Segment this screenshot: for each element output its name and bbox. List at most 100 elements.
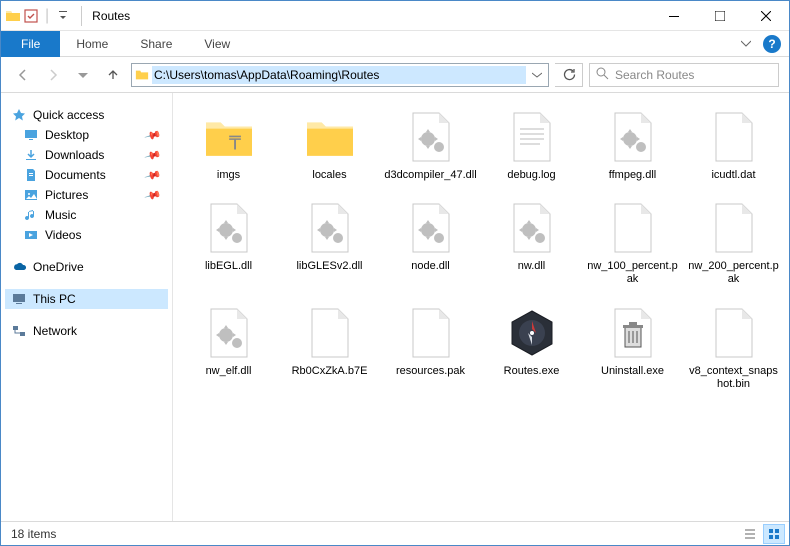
file-icon [706, 109, 762, 165]
window-title: Routes [92, 9, 130, 23]
dll-icon [605, 109, 661, 165]
file-label: libEGL.dll [205, 260, 252, 273]
file-item[interactable]: nw_200_percent.pak [684, 194, 783, 292]
text-icon [504, 109, 560, 165]
tab-share[interactable]: Share [124, 31, 188, 57]
folder-icon [5, 8, 21, 24]
forward-button[interactable] [41, 63, 65, 87]
refresh-button[interactable] [555, 63, 583, 87]
sidebar-item-this-pc[interactable]: This PC [5, 289, 168, 309]
dll-icon [403, 200, 459, 256]
dll-icon [201, 305, 257, 361]
file-item[interactable]: d3dcompiler_47.dll [381, 103, 480, 188]
maximize-button[interactable] [697, 1, 743, 31]
title-bar: | Routes [1, 1, 789, 31]
file-label: debug.log [507, 169, 555, 182]
details-view-button[interactable] [739, 524, 761, 544]
sidebar-item-pictures[interactable]: Pictures 📌 [5, 185, 168, 205]
videos-icon [23, 227, 39, 243]
documents-icon [23, 167, 39, 183]
pin-icon: 📌 [144, 166, 162, 184]
sidebar-item-music[interactable]: Music [5, 205, 168, 225]
qat-separator: | [45, 7, 49, 25]
file-item[interactable]: v8_context_snapshot.bin [684, 299, 783, 397]
file-label: libGLESv2.dll [296, 260, 362, 273]
file-icon [706, 200, 762, 256]
pin-icon: 📌 [144, 186, 162, 204]
pictures-icon [23, 187, 39, 203]
file-item[interactable]: libGLESv2.dll [280, 194, 379, 292]
network-icon [11, 323, 27, 339]
file-label: imgs [217, 169, 240, 182]
file-item[interactable]: nw_100_percent.pak [583, 194, 682, 292]
file-item[interactable]: ffmpeg.dll [583, 103, 682, 188]
ribbon-tabs: File Home Share View ? [1, 31, 789, 57]
address-input[interactable] [152, 66, 526, 84]
icons-view-button[interactable] [763, 524, 785, 544]
file-icon [302, 305, 358, 361]
folder-icon [132, 68, 152, 82]
file-item[interactable]: node.dll [381, 194, 480, 292]
pc-icon [11, 291, 27, 307]
file-list[interactable]: ₸ imgs locales d3dcompiler_47.dll debug.log f… [173, 93, 789, 521]
sidebar-item-quick-access[interactable]: Quick access [5, 105, 168, 125]
file-item[interactable]: debug.log [482, 103, 581, 188]
file-item[interactable]: nw_elf.dll [179, 299, 278, 397]
file-label: nw_elf.dll [206, 365, 252, 378]
qat-properties-icon[interactable] [23, 8, 39, 24]
search-box[interactable]: Search Routes [589, 63, 779, 87]
folder-icon [302, 109, 358, 165]
compass-icon [504, 305, 560, 361]
tab-file[interactable]: File [1, 31, 60, 57]
recent-dropdown-icon[interactable] [71, 63, 95, 87]
file-label: d3dcompiler_47.dll [384, 169, 476, 182]
file-icon [706, 305, 762, 361]
star-icon [11, 107, 27, 123]
file-item[interactable]: Rb0CxZkA.b7E [280, 299, 379, 397]
sidebar-item-onedrive[interactable]: OneDrive [5, 257, 168, 277]
downloads-icon [23, 147, 39, 163]
file-label: Routes.exe [504, 365, 560, 378]
file-item[interactable]: ₸ imgs [179, 103, 278, 188]
pin-icon: 📌 [144, 126, 162, 144]
file-label: Rb0CxZkA.b7E [292, 365, 368, 378]
sidebar-item-videos[interactable]: Videos [5, 225, 168, 245]
help-icon[interactable]: ? [763, 35, 781, 53]
up-button[interactable] [101, 63, 125, 87]
sidebar-item-documents[interactable]: Documents 📌 [5, 165, 168, 185]
file-item[interactable]: icudtl.dat [684, 103, 783, 188]
address-dropdown-icon[interactable] [526, 70, 548, 80]
tab-view[interactable]: View [188, 31, 246, 57]
close-button[interactable] [743, 1, 789, 31]
qat-dropdown-icon[interactable] [55, 8, 71, 24]
file-label: resources.pak [396, 365, 465, 378]
cloud-icon [11, 259, 27, 275]
back-button[interactable] [11, 63, 35, 87]
trash-icon [605, 305, 661, 361]
dll-icon [201, 200, 257, 256]
dll-icon [302, 200, 358, 256]
file-item[interactable]: resources.pak [381, 299, 480, 397]
address-bar[interactable] [131, 63, 549, 87]
svg-text:₸: ₸ [229, 133, 241, 154]
sidebar-item-desktop[interactable]: Desktop 📌 [5, 125, 168, 145]
file-item[interactable]: libEGL.dll [179, 194, 278, 292]
search-icon [596, 67, 609, 83]
file-label: node.dll [411, 260, 450, 273]
file-label: nw_100_percent.pak [586, 260, 680, 286]
file-item[interactable]: nw.dll [482, 194, 581, 292]
tab-home[interactable]: Home [60, 31, 124, 57]
file-label: Uninstall.exe [601, 365, 664, 378]
ribbon-expand-icon[interactable] [741, 35, 751, 53]
sidebar-item-network[interactable]: Network [5, 321, 168, 341]
navigation-pane: Quick access Desktop 📌 Downloads 📌 Docum… [1, 93, 173, 521]
folder-special-icon: ₸ [201, 109, 257, 165]
file-item[interactable]: locales [280, 103, 379, 188]
file-item[interactable]: Uninstall.exe [583, 299, 682, 397]
sidebar-item-downloads[interactable]: Downloads 📌 [5, 145, 168, 165]
file-icon [605, 200, 661, 256]
file-item[interactable]: Routes.exe [482, 299, 581, 397]
dll-icon [504, 200, 560, 256]
minimize-button[interactable] [651, 1, 697, 31]
desktop-icon [23, 127, 39, 143]
